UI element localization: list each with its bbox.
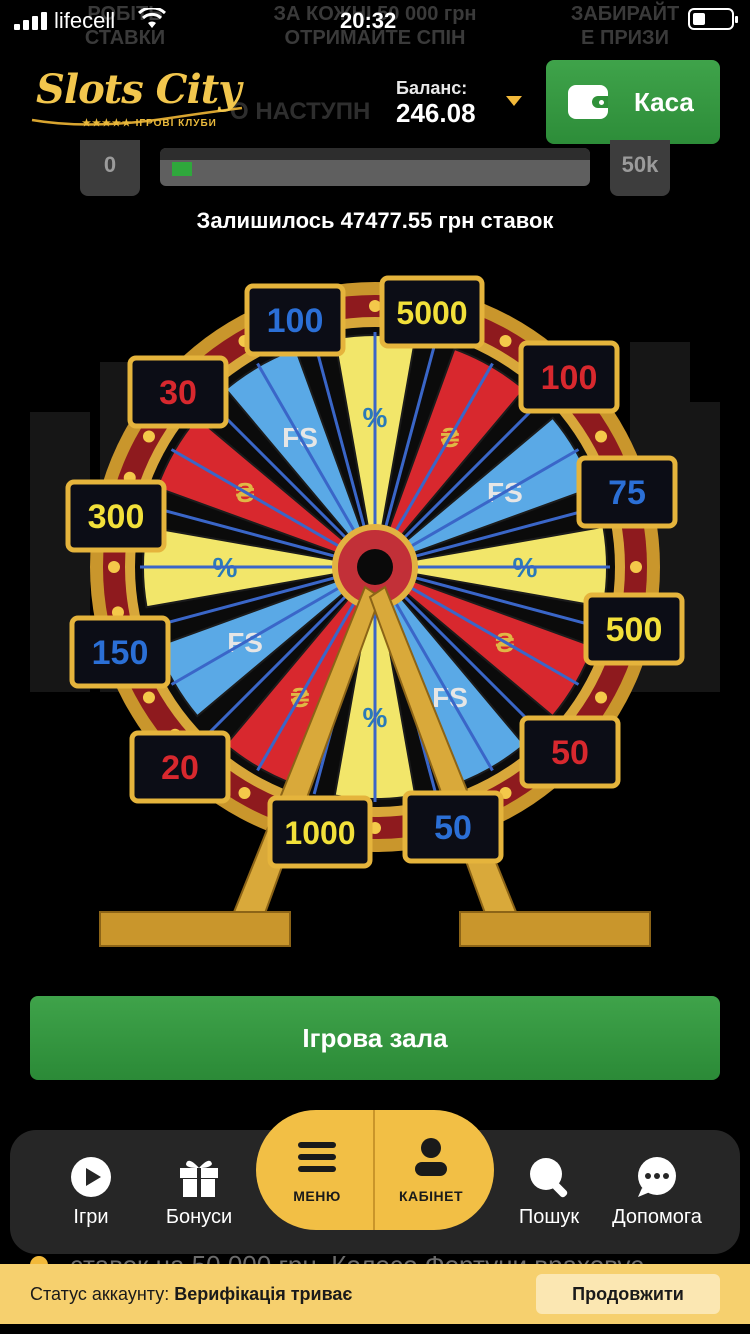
- fortune-wheel-graphic: %₴FS%₴FS%₴FS%₴FS100500010075500505010002…: [30, 275, 720, 947]
- fortune-wheel[interactable]: %₴FS%₴FS%₴FS%₴FS100500010075500505010002…: [30, 262, 720, 982]
- balance-label: Баланс:: [396, 78, 468, 98]
- ring-light: [595, 691, 608, 704]
- status-bar: lifecell 20:32: [0, 0, 750, 44]
- balance-value[interactable]: 246.08: [396, 98, 476, 129]
- cashier-button[interactable]: Каса: [546, 60, 720, 144]
- prize-label: 50: [551, 734, 589, 772]
- cashier-button-label: Каса: [634, 86, 694, 117]
- stand-base-right: [459, 911, 651, 947]
- prize-label: 100: [541, 359, 598, 397]
- prize-label: 1000: [284, 815, 355, 851]
- carrier-name: lifecell: [54, 8, 116, 33]
- nav-menu[interactable]: МЕНЮ: [262, 1136, 372, 1204]
- cellular-signal-icon: [14, 12, 48, 30]
- wifi-icon: [138, 8, 166, 28]
- slots-city-logo[interactable]: Slots City ★★★★★ ІГРОВІ КЛУБИ: [30, 66, 244, 136]
- nav-help[interactable]: Допомога: [602, 1156, 712, 1229]
- nav-search-label: Пошук: [518, 1206, 580, 1228]
- ring-light: [108, 561, 120, 573]
- ring-light: [238, 787, 251, 800]
- ring-light: [142, 430, 155, 443]
- ring-light: [630, 561, 642, 573]
- prize-label: 500: [606, 611, 663, 649]
- search-icon: [528, 1156, 570, 1198]
- nav-bonuses[interactable]: Бонуси: [144, 1156, 254, 1229]
- nav-search[interactable]: Пошук: [494, 1156, 604, 1229]
- nav-games-label: Ігри: [73, 1206, 109, 1228]
- play-icon: [70, 1156, 112, 1198]
- ring-light: [369, 300, 381, 312]
- continue-verification-button[interactable]: Продовжити: [536, 1274, 720, 1314]
- ring-light: [499, 334, 512, 347]
- game-hall-button[interactable]: Ігрова зала: [30, 996, 720, 1080]
- gift-icon: [178, 1156, 220, 1198]
- prize-label: 150: [92, 634, 149, 672]
- prize-label: 5000: [396, 295, 467, 331]
- account-status-value: Верифікація триває: [174, 1284, 353, 1304]
- prize-label: 300: [88, 498, 145, 536]
- progress-max-label: 50k: [610, 140, 670, 196]
- chevron-down-icon[interactable]: [506, 96, 522, 106]
- remaining-bets-text: Залишилось 47477.55 грн ставок: [196, 208, 554, 233]
- clock: 20:32: [340, 8, 397, 33]
- progress-min-label: 0: [80, 140, 140, 196]
- logo-text: Slots City: [36, 66, 241, 113]
- nav-menu-label: МЕНЮ: [293, 1188, 341, 1204]
- prize-label: 75: [608, 474, 646, 512]
- account-status-label: Статус аккаунту:: [30, 1284, 170, 1304]
- bet-progress-fill: [172, 162, 193, 176]
- prize-label: 20: [161, 749, 199, 787]
- ring-light: [142, 691, 155, 704]
- wallet-icon: [568, 85, 608, 119]
- nav-help-label: Допомога: [612, 1206, 702, 1228]
- nav-bonuses-label: Бонуси: [165, 1206, 233, 1228]
- pill-divider: [373, 1110, 375, 1230]
- nav-cabinet-label: КАБІНЕТ: [398, 1188, 464, 1204]
- prize-label: 50: [434, 809, 472, 847]
- user-icon: [410, 1136, 452, 1178]
- chat-bubble-icon: [636, 1156, 678, 1198]
- nav-cabinet[interactable]: КАБІНЕТ: [376, 1136, 486, 1204]
- promo-ghost-middle: О НАСТУПН: [230, 98, 371, 125]
- hamburger-menu-icon: [296, 1136, 338, 1178]
- prize-label: 100: [267, 302, 324, 340]
- battery-icon: [688, 8, 738, 30]
- nav-games[interactable]: Ігри: [36, 1156, 146, 1229]
- wheel-hub-center: [357, 549, 393, 585]
- account-status: Статус аккаунту: Верифікація триває: [30, 1284, 352, 1305]
- prize-label: 30: [159, 374, 197, 412]
- ring-light: [595, 430, 608, 443]
- bet-progress-bar: [160, 148, 590, 186]
- stand-base-left: [99, 911, 291, 947]
- logo-subtitle: ★★★★★ ІГРОВІ КЛУБИ: [82, 118, 217, 129]
